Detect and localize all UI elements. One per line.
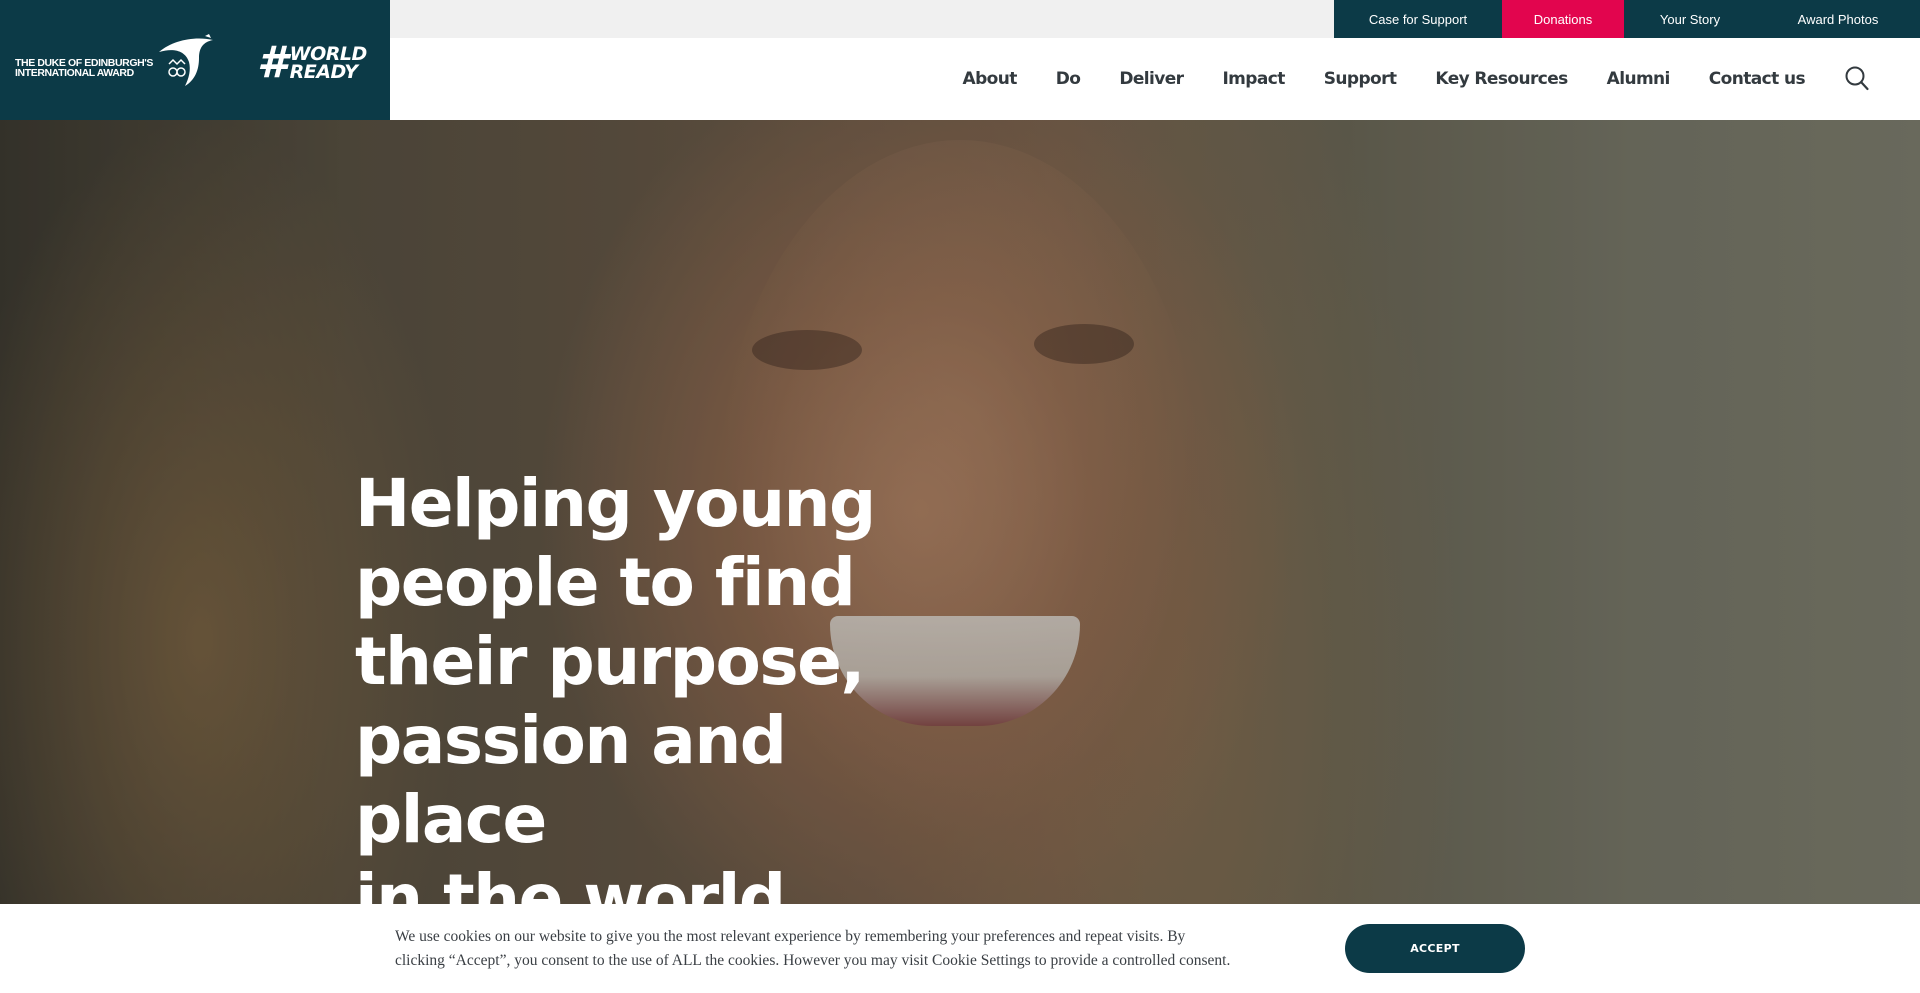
nav-item-deliver[interactable]: Deliver — [1119, 69, 1184, 89]
award-logo[interactable]: THE DUKE OF EDINBURGH'S INTERNATIONAL AW… — [15, 34, 215, 88]
utility-links: Case for Support Donations Your Story Aw… — [1334, 0, 1920, 38]
cookie-message: We use cookies on our website to give yo… — [395, 925, 1255, 973]
utility-link-award-photos[interactable]: Award Photos — [1756, 0, 1920, 38]
award-logo-line2: INTERNATIONAL AWARD — [15, 67, 134, 79]
award-logo-text: THE DUKE OF EDINBURGH'S INTERNATIONAL AW… — [15, 58, 153, 79]
nav-item-key-resources[interactable]: Key Resources — [1435, 69, 1568, 89]
hero-overlay — [0, 120, 1920, 993]
logo-block[interactable]: THE DUKE OF EDINBURGH'S INTERNATIONAL AW… — [0, 0, 390, 120]
utility-link-donations[interactable]: Donations — [1502, 0, 1624, 38]
award-emblem-icon — [159, 34, 213, 86]
hero-headline-line: Helping young — [355, 465, 876, 542]
hero-headline-line: passion and place — [355, 702, 787, 858]
cookie-message-line2: clicking “Accept”, you consent to the us… — [395, 952, 1231, 969]
nav-item-support[interactable]: Support — [1324, 69, 1397, 89]
page: Case for Support Donations Your Story Aw… — [0, 0, 1920, 993]
cookie-banner: We use cookies on our website to give yo… — [0, 904, 1920, 993]
hashtag-word-ready: READY — [289, 61, 358, 83]
hero-headline: Helping young people to find their purpo… — [355, 464, 955, 938]
nav-item-contact-us[interactable]: Contact us — [1709, 69, 1806, 89]
world-ready-logo[interactable]: # WORLD READY — [257, 37, 377, 88]
nav-item-impact[interactable]: Impact — [1222, 69, 1285, 89]
nav-item-about[interactable]: About — [963, 69, 1018, 89]
utility-link-case-for-support[interactable]: Case for Support — [1334, 0, 1502, 38]
hero: Helping young people to find their purpo… — [0, 120, 1920, 993]
hero-headline-line: people to find — [355, 544, 856, 621]
nav-item-do[interactable]: Do — [1056, 69, 1081, 89]
accept-cookies-button[interactable]: ACCEPT — [1345, 924, 1525, 973]
utility-link-your-story[interactable]: Your Story — [1624, 0, 1756, 38]
hero-headline-line: their purpose, — [355, 623, 865, 700]
search-icon[interactable] — [1844, 64, 1870, 92]
nav-item-alumni[interactable]: Alumni — [1607, 69, 1671, 89]
cookie-message-line1: We use cookies on our website to give yo… — [395, 928, 1186, 945]
hashtag-symbol: # — [257, 37, 288, 88]
hashtag-words: WORLD READY — [289, 45, 368, 83]
main-nav: About Do Deliver Impact Support Key Reso… — [963, 38, 1806, 120]
